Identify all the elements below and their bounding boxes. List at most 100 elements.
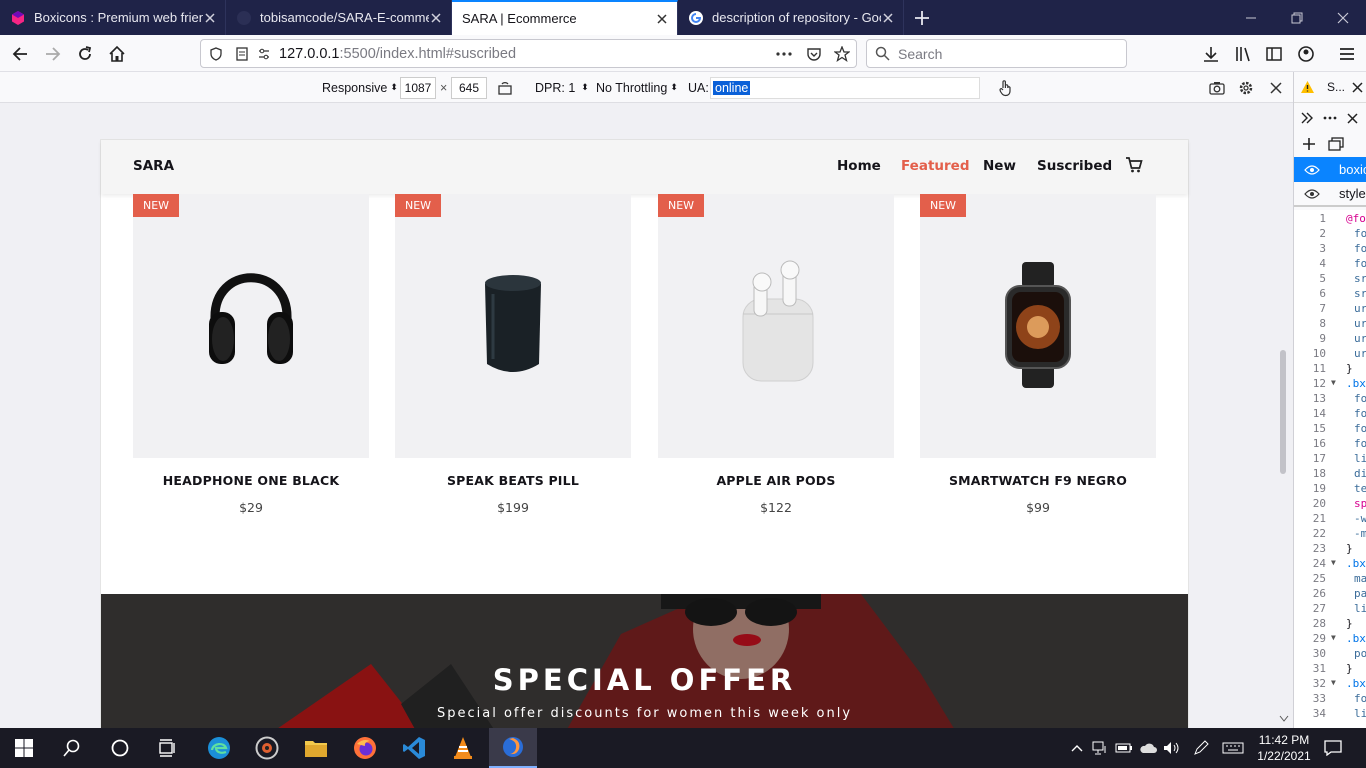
tab-close-icon[interactable] <box>203 11 217 25</box>
vlc-icon[interactable] <box>439 728 487 768</box>
tab-github[interactable]: tobisamcode/SARA-E-commerce <box>226 0 452 35</box>
stylesheet-item-boxicons[interactable]: boxicons <box>1294 157 1366 182</box>
library-icon[interactable] <box>1228 39 1258 69</box>
product-image-frame[interactable]: NEW <box>133 194 369 458</box>
onedrive-icon[interactable] <box>1138 728 1158 768</box>
code-line: } <box>1346 362 1353 375</box>
chevrons-right-icon[interactable] <box>1300 112 1314 124</box>
user-agent-input[interactable]: online <box>710 76 980 99</box>
pen-workspace-icon[interactable] <box>1190 728 1212 768</box>
volume-icon[interactable] <box>1162 728 1182 768</box>
url-text[interactable]: 127.0.0.1:5500/index.html#suscribed <box>279 46 776 62</box>
product-card[interactable]: NEW SMARTWATCH F9 NEGRO $99 <box>920 194 1156 515</box>
nav-suscribed-link[interactable]: Suscribed <box>1037 158 1112 174</box>
notifications-icon[interactable] <box>1318 728 1348 768</box>
pocket-icon[interactable] <box>806 46 822 62</box>
close-rdm-icon[interactable] <box>1270 72 1282 103</box>
rotate-icon[interactable] <box>497 72 513 103</box>
bookmark-star-icon[interactable] <box>834 45 850 62</box>
code-line: ur <box>1354 302 1366 315</box>
file-explorer-icon[interactable] <box>292 728 340 768</box>
close-devtools-icon[interactable] <box>1352 81 1363 93</box>
tab-close-icon[interactable] <box>881 11 895 25</box>
firefox-icon[interactable] <box>341 728 389 768</box>
url-bar[interactable]: 127.0.0.1:5500/index.html#suscribed <box>200 39 857 68</box>
settings-gear-icon[interactable] <box>1238 72 1254 103</box>
restore-button[interactable] <box>1274 0 1320 35</box>
tab-close-icon[interactable] <box>429 11 443 25</box>
product-image-frame[interactable]: NEW <box>658 194 894 458</box>
warning-icon[interactable] <box>1300 80 1315 94</box>
viewport-width-input[interactable]: 1087 <box>400 76 436 99</box>
tab-close-icon[interactable] <box>655 12 669 26</box>
minimize-button[interactable] <box>1228 0 1274 35</box>
vscode-icon[interactable] <box>390 728 438 768</box>
code-line-number: 27 <box>1312 602 1326 615</box>
cart-icon[interactable] <box>1125 156 1143 174</box>
clock[interactable]: 11:42 PM 1/22/2021 <box>1252 728 1316 768</box>
code-editor[interactable]: 1 @fo 2 fo 3 fo 4 fo 5 sr 6 sr 7 ur 8 ur 9 ur 10 ur 11} 12 ▼ .b… <box>1294 210 1366 728</box>
code-line-number: 1 <box>1319 212 1326 225</box>
network-monitor-icon[interactable] <box>1090 728 1110 768</box>
new-tab-button[interactable] <box>904 0 940 35</box>
task-view-icon[interactable] <box>144 728 192 768</box>
product-image-frame[interactable]: NEW <box>395 194 631 458</box>
keyboard-icon[interactable] <box>1220 728 1246 768</box>
touch-simulation-icon[interactable] <box>997 72 1013 103</box>
eye-icon[interactable] <box>1304 164 1320 175</box>
viewport-height-input[interactable]: 645 <box>451 76 487 99</box>
stylesheet-item-style[interactable]: style. <box>1294 182 1366 207</box>
edge-icon[interactable] <box>195 728 243 768</box>
permissions-icon[interactable] <box>257 47 271 61</box>
product-card[interactable]: NEW HEADPHONE ONE BLACK $29 <box>133 194 369 515</box>
nav-home-link[interactable]: Home <box>837 158 881 174</box>
fold-arrow-icon[interactable]: ▼ <box>1331 378 1336 387</box>
tab-google[interactable]: description of repository - Google Searc… <box>678 0 904 35</box>
tab-boxicons[interactable]: Boxicons : Premium web friendly icons <box>0 0 226 35</box>
scroll-down-arrow-icon[interactable] <box>1279 715 1289 723</box>
account-icon[interactable] <box>1291 39 1321 69</box>
battery-icon[interactable] <box>1114 728 1134 768</box>
sidebar-icon[interactable] <box>1259 39 1289 69</box>
page-info-icon[interactable] <box>235 46 249 61</box>
throttling-selector[interactable]: No Throttling ⬍ <box>596 72 678 103</box>
cortana-icon[interactable] <box>96 728 144 768</box>
forward-button[interactable] <box>38 39 68 69</box>
screenshot-icon[interactable] <box>1209 72 1225 103</box>
reload-button[interactable] <box>70 39 100 69</box>
close-panel-icon[interactable] <box>1347 112 1358 124</box>
shield-icon[interactable] <box>209 46 223 61</box>
product-card[interactable]: NEW SPEAK BEATS PILL $199 <box>395 194 631 515</box>
fold-arrow-icon[interactable]: ▼ <box>1331 678 1336 687</box>
scrollbar-thumb[interactable] <box>1280 350 1286 474</box>
site-logo[interactable]: SARA <box>133 158 174 174</box>
search-bar[interactable]: Search <box>866 39 1127 68</box>
downloads-icon[interactable] <box>1196 39 1226 69</box>
product-card[interactable]: NEW APPLE AIR PODS $122 <box>658 194 894 515</box>
import-stylesheet-icon[interactable] <box>1328 137 1344 151</box>
menu-icon[interactable] <box>1332 39 1362 69</box>
media-player-icon[interactable] <box>243 728 291 768</box>
fold-arrow-icon[interactable]: ▼ <box>1331 633 1336 642</box>
show-hidden-icons-icon[interactable] <box>1068 728 1086 768</box>
close-window-button[interactable] <box>1320 0 1366 35</box>
fold-arrow-icon[interactable]: ▼ <box>1331 558 1336 567</box>
product-image-frame[interactable]: NEW <box>920 194 1156 458</box>
nav-featured-link[interactable]: Featured <box>901 158 969 174</box>
home-button[interactable] <box>102 39 132 69</box>
search-icon[interactable] <box>48 728 96 768</box>
device-selector[interactable]: Responsive ⬍ <box>322 72 398 103</box>
more-options-icon[interactable] <box>1323 116 1337 120</box>
dpr-selector[interactable]: DPR: 1 ⬍ <box>535 72 589 103</box>
devtools-tab-label[interactable]: S... <box>1327 80 1345 94</box>
nav-new-link[interactable]: New <box>983 158 1016 174</box>
firefox-developer-icon[interactable] <box>489 728 537 768</box>
back-button[interactable] <box>5 39 35 69</box>
dpr-label: DPR: 1 <box>535 80 576 95</box>
code-line-number: 15 <box>1312 422 1326 435</box>
add-stylesheet-icon[interactable] <box>1302 137 1316 151</box>
windows-start-icon[interactable] <box>0 728 48 768</box>
tab-sara[interactable]: SARA | Ecommerce <box>452 0 678 35</box>
page-actions-icon[interactable] <box>776 51 792 56</box>
eye-icon[interactable] <box>1304 188 1320 199</box>
